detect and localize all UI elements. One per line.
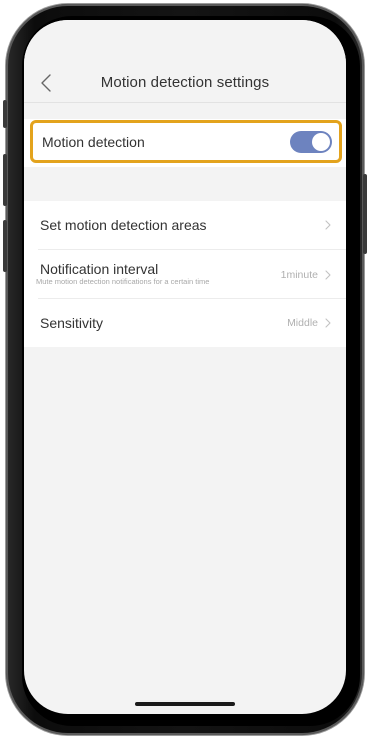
side-button-mute xyxy=(3,100,7,128)
toggle-knob xyxy=(312,132,330,151)
section-spacer xyxy=(24,167,346,201)
highlight-box: Motion detection xyxy=(30,120,342,163)
device-mockup: Motion detection settings Motion detecti… xyxy=(0,0,368,739)
navigation-bar: Motion detection settings xyxy=(24,64,346,103)
side-button-volume-down xyxy=(3,220,7,272)
sensitivity-row[interactable]: Sensitivity Middle xyxy=(24,299,346,347)
set-detection-areas-label: Set motion detection areas xyxy=(40,217,207,233)
motion-detection-row: Motion detection xyxy=(24,119,346,167)
set-detection-areas-row[interactable]: Set motion detection areas xyxy=(24,201,346,249)
sensitivity-value: Middle xyxy=(287,317,318,329)
settings-list: Set motion detection areas Notification … xyxy=(24,201,346,347)
home-indicator[interactable] xyxy=(135,702,235,706)
page-title: Motion detection settings xyxy=(100,74,270,91)
side-button-volume-up xyxy=(3,154,7,206)
notification-interval-label: Notification interval xyxy=(40,261,159,277)
side-button-power xyxy=(363,174,367,254)
app-screen: Motion detection settings Motion detecti… xyxy=(24,20,346,714)
notification-interval-description: Mute motion detection notifications for … xyxy=(36,277,210,286)
chevron-right-icon xyxy=(325,318,331,328)
notification-interval-value-group: 1minute xyxy=(281,269,332,281)
chevron-right-icon xyxy=(325,270,331,280)
chevron-right-icon xyxy=(325,220,331,230)
motion-detection-toggle[interactable] xyxy=(290,130,332,153)
status-bar xyxy=(24,20,346,64)
motion-detection-label: Motion detection xyxy=(42,133,145,150)
notification-interval-value: 1minute xyxy=(280,269,318,281)
sensitivity-label: Sensitivity xyxy=(40,315,104,331)
notification-interval-row[interactable]: Notification interval Mute motion detect… xyxy=(24,250,346,298)
